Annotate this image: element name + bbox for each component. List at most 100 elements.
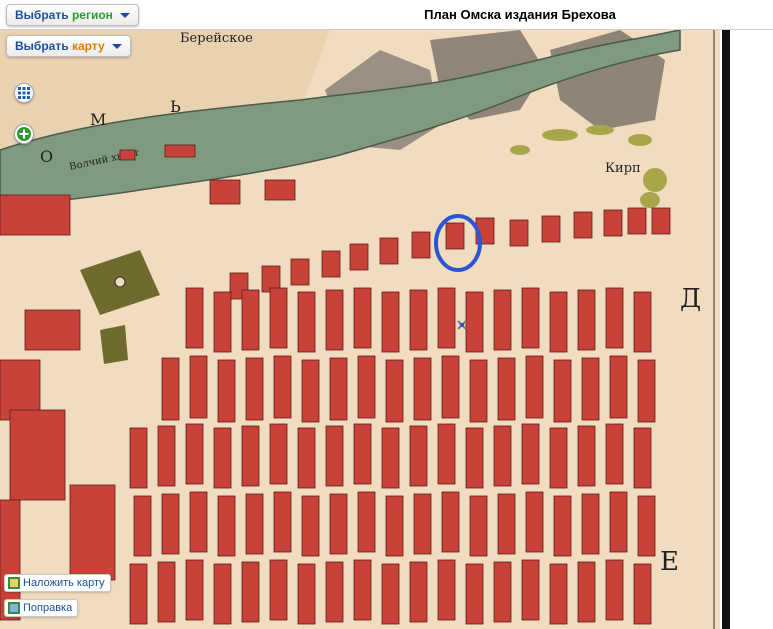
zoom-in-button[interactable] [14, 124, 34, 144]
city-block [465, 563, 484, 625]
city-block [245, 493, 264, 555]
city-block [379, 237, 399, 265]
select-region-label-2: регион [71, 8, 113, 22]
city-block [493, 289, 512, 351]
city-block [581, 493, 600, 555]
chevron-down-icon [120, 13, 131, 19]
city-block [264, 179, 296, 201]
city-block [353, 559, 372, 621]
city-block [413, 357, 432, 421]
city-block [24, 309, 81, 351]
city-block [465, 291, 484, 353]
city-block [349, 243, 369, 271]
city-block [605, 423, 624, 485]
city-block [605, 559, 624, 621]
city-block [297, 427, 316, 489]
city-block [301, 359, 320, 423]
city-block [273, 491, 292, 553]
city-block [269, 423, 288, 485]
city-block [381, 291, 400, 353]
city-block [469, 359, 488, 423]
city-block [301, 495, 320, 557]
city-block [297, 291, 316, 353]
city-block [157, 561, 176, 623]
city-block [325, 289, 344, 351]
river-letter-2: М [90, 110, 106, 129]
city-block [213, 291, 232, 353]
overlay-map-icon [8, 577, 20, 589]
city-block [651, 207, 671, 235]
overlay-map-label: Наложить карту [23, 577, 105, 589]
city-block [217, 495, 236, 557]
city-block [381, 427, 400, 489]
city-block [381, 563, 400, 625]
city-block [413, 493, 432, 555]
city-block [577, 425, 596, 487]
city-block [353, 287, 372, 349]
city-block [353, 423, 372, 485]
select-map-label-2: карту [71, 39, 105, 53]
correction-label: Поправка [23, 602, 73, 614]
city-block [409, 561, 428, 623]
city-block [321, 250, 341, 278]
city-block [269, 559, 288, 621]
city-block [609, 491, 628, 553]
city-block [119, 149, 136, 161]
city-block [549, 427, 568, 489]
city-block [329, 493, 348, 555]
city-block [161, 493, 180, 555]
city-block [290, 258, 310, 286]
top-area-label: Берейское [180, 31, 253, 46]
city-block [189, 355, 208, 419]
historic-map[interactable]: Берейское О М Ь Волчий хвост Кирп Д Е [0, 30, 773, 629]
city-block [441, 491, 460, 553]
city-block [385, 359, 404, 423]
city-block [633, 563, 652, 625]
correction-icon [8, 602, 20, 614]
city-block [411, 231, 431, 259]
city-block [541, 215, 561, 243]
city-block [573, 211, 593, 239]
select-region-label-1: Выбрать [15, 8, 69, 22]
city-block [445, 222, 465, 250]
select-map-button[interactable]: Выбрать карту [6, 35, 131, 57]
river-letter-1: О [40, 147, 53, 166]
overlay-map-button[interactable]: Наложить карту [4, 574, 111, 592]
city-block [217, 359, 236, 423]
city-block [633, 427, 652, 489]
city-block [213, 427, 232, 489]
city-block [161, 357, 180, 421]
city-block [157, 425, 176, 487]
city-block [185, 559, 204, 621]
correction-button[interactable]: Поправка [4, 599, 79, 617]
river-letter-3: Ь [170, 97, 181, 116]
city-block [0, 194, 71, 236]
city-block [509, 219, 529, 247]
city-block [577, 289, 596, 351]
city-block [241, 425, 260, 487]
city-block [209, 179, 241, 205]
city-block [521, 559, 540, 621]
map-canvas[interactable]: Берейское О М Ь Волчий хвост Кирп Д Е [0, 30, 773, 629]
city-block [357, 491, 376, 553]
city-block [553, 359, 572, 423]
city-block [605, 287, 624, 349]
city-block [129, 427, 148, 489]
big-letter-e: Е [660, 547, 679, 577]
city-block [437, 423, 456, 485]
city-block [133, 495, 152, 557]
city-block [577, 561, 596, 623]
city-block [9, 409, 66, 501]
city-block [469, 495, 488, 557]
city-block [441, 355, 460, 419]
city-block [581, 357, 600, 421]
city-block [633, 291, 652, 353]
city-block [241, 561, 260, 623]
grid-button[interactable] [14, 83, 34, 103]
city-block [525, 355, 544, 419]
city-block [521, 287, 540, 349]
page-title: План Омска издания Брехова [424, 7, 616, 22]
city-block [129, 563, 148, 625]
select-region-button[interactable]: Выбрать регион [6, 4, 140, 26]
city-block [549, 291, 568, 353]
